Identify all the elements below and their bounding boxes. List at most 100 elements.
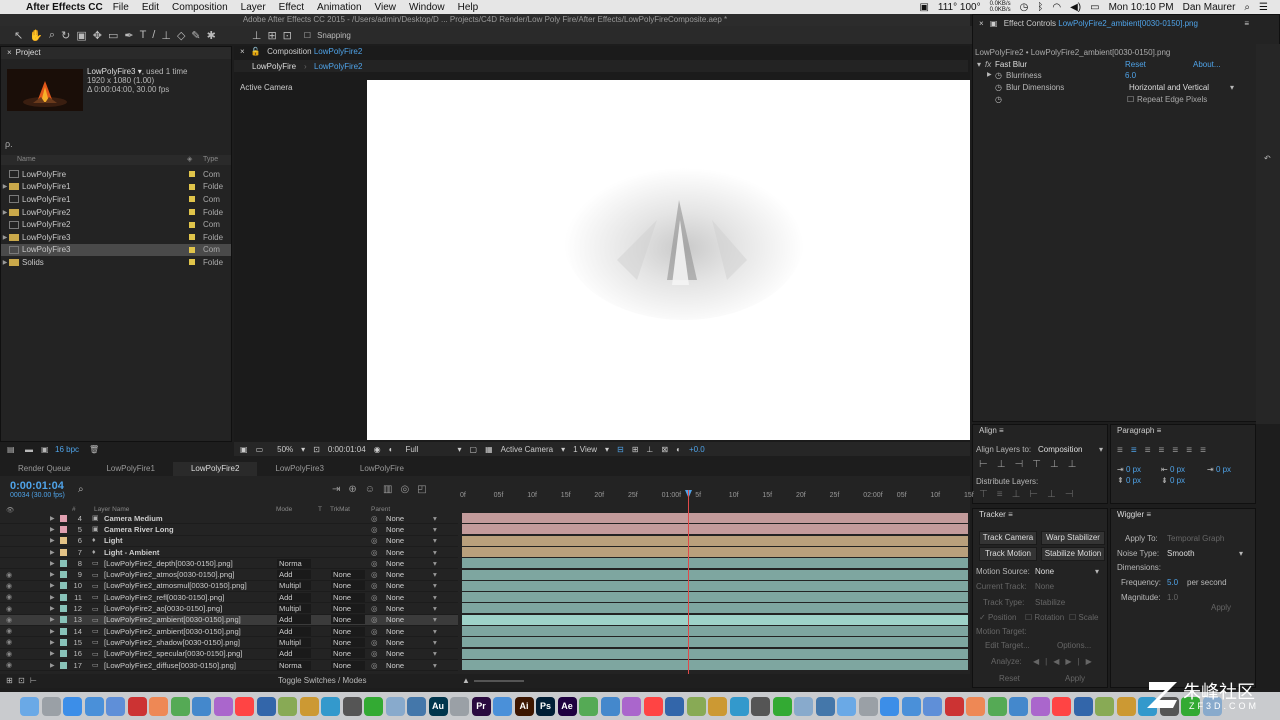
distribute-left-icon[interactable]: ⊢ bbox=[1029, 489, 1047, 500]
label-color[interactable] bbox=[60, 537, 67, 545]
lock-icon[interactable]: ▣ bbox=[990, 19, 998, 28]
expand-triangle-icon[interactable]: ▶ bbox=[50, 582, 55, 589]
layer-name[interactable]: Camera River Long bbox=[104, 525, 174, 534]
layer-name[interactable]: Light - Ambient bbox=[104, 548, 159, 557]
align-text-left-icon[interactable]: ≡ bbox=[1117, 445, 1131, 456]
scale-checkbox[interactable]: ☐ Scale bbox=[1069, 613, 1098, 622]
layer-name[interactable]: [LowPolyFire2_depth[0030-0150].png] bbox=[104, 559, 233, 568]
app-icon[interactable] bbox=[880, 696, 899, 716]
layer-duration-bar[interactable] bbox=[462, 648, 968, 659]
menu-window[interactable]: Window bbox=[409, 2, 445, 13]
label-color[interactable] bbox=[60, 616, 67, 624]
wiggler-header[interactable]: Wiggler ≡ bbox=[1111, 509, 1255, 521]
chevron-down-icon[interactable]: ▾ bbox=[433, 638, 437, 647]
distribute-right-icon[interactable]: ⊣ bbox=[1065, 489, 1083, 500]
layer-row[interactable]: ▶ 8 ▭ [LowPolyFire2_depth[0030-0150].png] No… bbox=[0, 558, 458, 570]
app-icon[interactable] bbox=[192, 696, 211, 716]
pick-whip-icon[interactable]: ◎ bbox=[371, 615, 378, 624]
distribute-vcenter-icon[interactable]: ≡ bbox=[997, 489, 1012, 500]
chevron-down-icon[interactable]: ▾ bbox=[433, 604, 437, 613]
layer-name[interactable]: [LowPolyFire2_diffuse[0030-0150].png] bbox=[104, 661, 236, 670]
panel-menu-icon[interactable]: ≡ bbox=[1244, 18, 1249, 30]
expand-triangle-icon[interactable]: ▶ bbox=[50, 594, 55, 601]
axis-world-icon[interactable]: ⊞ bbox=[267, 29, 276, 42]
project-item[interactable]: ▶ LowPolyFire3 Folde bbox=[1, 231, 231, 244]
app-icon[interactable] bbox=[235, 696, 254, 716]
status-icon[interactable]: ▣ bbox=[919, 2, 928, 13]
label-color[interactable] bbox=[60, 605, 67, 613]
chevron-down-icon[interactable]: ▾ bbox=[433, 661, 437, 670]
pick-whip-icon[interactable]: ◎ bbox=[371, 548, 378, 557]
playhead-line[interactable] bbox=[688, 490, 689, 686]
effect-controls-header[interactable]: × ▣ Effect Controls LowPolyFire2_ambient… bbox=[973, 15, 1279, 45]
track-camera-button[interactable]: Track Camera bbox=[979, 531, 1037, 545]
edit-target-button[interactable]: Edit Target... bbox=[985, 641, 1030, 650]
project-item[interactable]: LowPolyFire3 Com bbox=[1, 243, 231, 257]
blend-mode-select[interactable]: Add bbox=[277, 592, 311, 602]
visibility-toggle-icon[interactable]: ◉ bbox=[6, 627, 12, 635]
app-icon[interactable] bbox=[643, 696, 663, 716]
layer-duration-bar[interactable] bbox=[462, 569, 968, 580]
layer-name[interactable]: [LowPolyFire2_refl[0030-0150].png] bbox=[104, 593, 224, 602]
composition-panel-header[interactable]: × 🔓 Composition LowPolyFire2 bbox=[234, 46, 970, 58]
space-after-field[interactable]: ⇟ 0 px bbox=[1161, 476, 1185, 485]
chevron-down-icon[interactable]: ▾ bbox=[433, 615, 437, 624]
app-icon[interactable] bbox=[450, 696, 469, 716]
analyze-forward-icon[interactable]: ▶ bbox=[1065, 657, 1077, 666]
expand-triangle-icon[interactable]: ▶ bbox=[50, 549, 55, 556]
project-item[interactable]: ▶ LowPolyFire2 Folde bbox=[1, 206, 231, 219]
camera-tool-icon[interactable]: ▣ bbox=[76, 29, 86, 42]
volume-icon[interactable]: ◀) bbox=[1070, 2, 1081, 13]
app-icon[interactable] bbox=[708, 696, 727, 716]
pick-whip-icon[interactable]: ◎ bbox=[371, 514, 378, 523]
app-icon[interactable] bbox=[858, 696, 878, 716]
menu-file[interactable]: File bbox=[113, 2, 129, 13]
visibility-toggle-icon[interactable]: ◉ bbox=[6, 582, 12, 590]
new-folder-icon[interactable]: ▬ bbox=[25, 445, 33, 454]
label-color[interactable] bbox=[189, 246, 195, 253]
label-color[interactable] bbox=[60, 582, 67, 590]
track-matte-select[interactable]: None bbox=[331, 604, 365, 614]
rotation-checkbox[interactable]: ☐ Rotation bbox=[1025, 613, 1064, 622]
timeline-tab[interactable]: LowPolyFire2 bbox=[172, 462, 258, 476]
align-vcenter-icon[interactable]: ⊥ bbox=[1050, 459, 1068, 470]
resolution-select[interactable]: Full bbox=[406, 445, 450, 454]
track-matte-select[interactable]: None bbox=[331, 637, 365, 647]
layer-duration-bar[interactable] bbox=[462, 558, 968, 569]
menu-composition[interactable]: Composition bbox=[172, 2, 228, 13]
visibility-toggle-icon[interactable]: ◉ bbox=[6, 593, 12, 601]
expand-triangle-icon[interactable]: ▶ bbox=[50, 662, 55, 669]
label-color[interactable] bbox=[189, 171, 195, 178]
blend-mode-select[interactable]: Add bbox=[277, 626, 311, 636]
close-icon[interactable]: × bbox=[979, 19, 984, 28]
chevron-down-icon[interactable]: ▾ bbox=[1095, 567, 1099, 576]
close-icon[interactable]: × bbox=[7, 48, 12, 57]
zoom-slider[interactable] bbox=[474, 680, 524, 682]
illustrator-icon[interactable]: Ai bbox=[514, 696, 534, 716]
pick-whip-icon[interactable]: ◎ bbox=[371, 525, 378, 534]
app-icon[interactable] bbox=[600, 696, 620, 716]
app-icon[interactable] bbox=[256, 696, 276, 716]
parent-select[interactable]: None bbox=[386, 581, 440, 590]
layer-row[interactable]: ▶ 5 ▣ Camera River Long ◎ None ▾ bbox=[0, 524, 458, 536]
safari-icon[interactable] bbox=[84, 696, 104, 716]
distribute-bottom-icon[interactable]: ⊥ bbox=[1012, 489, 1030, 500]
chevron-down-icon[interactable]: ▾ bbox=[1239, 549, 1243, 558]
parent-select[interactable]: None bbox=[386, 525, 440, 534]
layer-duration-bar[interactable] bbox=[462, 546, 968, 557]
app-icon[interactable] bbox=[149, 696, 168, 716]
chrome-icon[interactable] bbox=[63, 696, 82, 716]
type-tool-icon[interactable]: T bbox=[140, 29, 147, 41]
chevron-down-icon[interactable]: ▾ bbox=[433, 581, 437, 590]
expand-triangle-icon[interactable]: ▶ bbox=[50, 571, 55, 578]
parent-select[interactable]: None bbox=[386, 536, 440, 545]
network-readout[interactable]: 0.0KB/s 0.0KB/s bbox=[990, 1, 1011, 13]
tracker-apply-button[interactable]: Apply bbox=[1065, 674, 1085, 683]
layer-name[interactable]: [LowPolyFire2_atmosmul[0030-0150].png] bbox=[104, 581, 247, 590]
app-icon[interactable] bbox=[729, 696, 749, 716]
hand-tool-icon[interactable]: ✋ bbox=[29, 29, 43, 42]
timeline-tab[interactable]: LowPolyFire1 bbox=[88, 462, 172, 476]
project-item[interactable]: LowPolyFire2 Com bbox=[1, 218, 231, 231]
rotate-tool-icon[interactable]: ↻ bbox=[61, 29, 70, 42]
stabilize-motion-button[interactable]: Stabilize Motion bbox=[1041, 547, 1105, 561]
